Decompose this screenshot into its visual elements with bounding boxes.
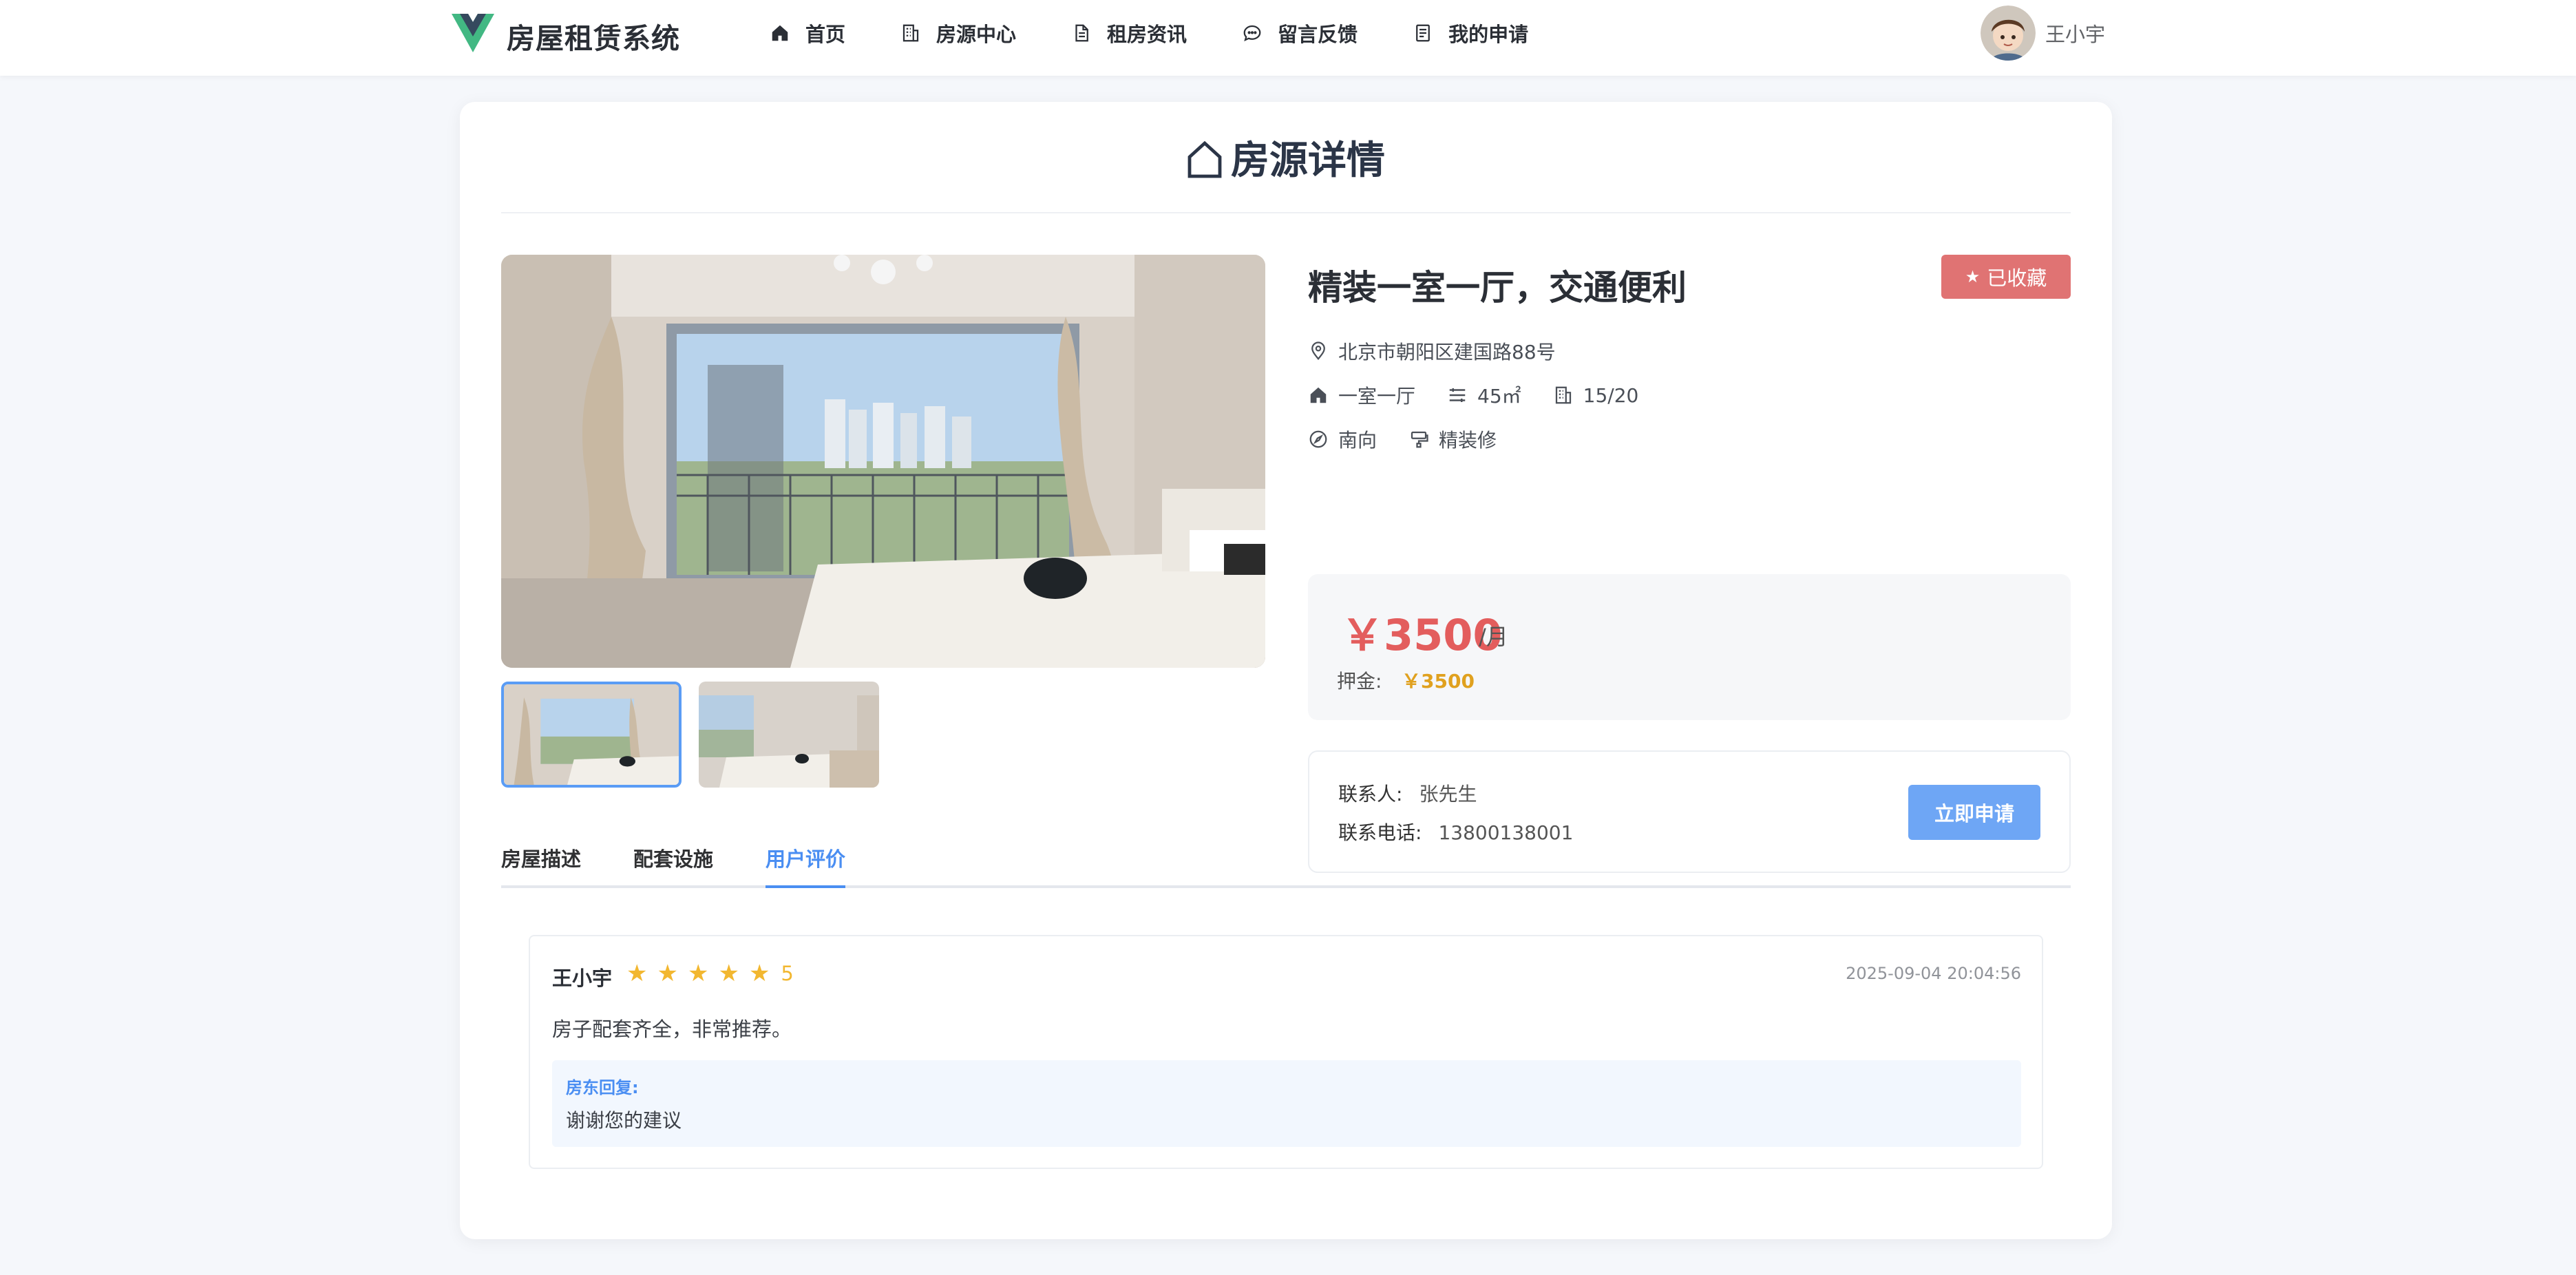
home-icon <box>772 25 788 41</box>
user-menu[interactable]: 王小宇 <box>1980 6 2105 61</box>
apply-button[interactable]: 立即申请 <box>1908 785 2040 840</box>
review-item: 王小宇 ★ ★ ★ ★ ★ 5 2025-09-04 20:04:56 房子配套… <box>529 935 2043 1169</box>
house-detail-card: 房源详情 精装一室一厅，交通便利 ★ 已收藏 北京市朝阳区建国路88号 一室一厅… <box>460 102 2112 1239</box>
decoration: 精装修 <box>1439 429 1497 452</box>
page-title: 房源详情 <box>460 129 2112 185</box>
reply-text: 谢谢您的建议 <box>566 1109 682 1132</box>
clipboard-icon <box>1416 24 1430 42</box>
star-icon: ★ <box>748 960 770 987</box>
main-house-photo[interactable] <box>501 255 1265 668</box>
brand-title[interactable]: 房屋租赁系统 <box>507 15 680 56</box>
tab-description[interactable]: 房屋描述 <box>501 844 581 888</box>
star-icon: ★ <box>687 960 709 987</box>
house-outline-icon <box>1187 140 1222 178</box>
floor: 15/20 <box>1583 383 1639 407</box>
layout: 一室一厅 <box>1338 385 1416 408</box>
reviewer-name: 王小宇 <box>552 967 613 990</box>
favorite-button[interactable]: ★ 已收藏 <box>1941 255 2071 299</box>
page-title-text: 房源详情 <box>1231 138 1385 183</box>
orientation: 南向 <box>1338 429 1377 452</box>
star-icon: ★ <box>657 960 678 987</box>
photo-thumbnail[interactable] <box>699 682 879 788</box>
address: 北京市朝阳区建国路88号 <box>1338 341 1556 363</box>
feature-row: 南向 精装修 <box>1308 425 1528 453</box>
star-icon: ★ <box>626 960 648 987</box>
phone-label: 联系电话: <box>1338 821 1422 844</box>
price-unit: /月 <box>1479 624 1508 650</box>
nav-item-label: 租房资讯 <box>1107 23 1187 46</box>
review-time: 2025-09-04 20:04:56 <box>1846 964 2021 983</box>
house-title: 精装一室一厅，交通便利 <box>1308 268 1687 308</box>
star-rating: ★ ★ ★ ★ ★ 5 <box>626 960 794 987</box>
divider <box>501 212 2071 213</box>
tab-facilities[interactable]: 配套设施 <box>633 844 713 888</box>
deposit-label: 押金: <box>1337 670 1382 693</box>
paint-brush-icon <box>1411 431 1428 448</box>
area: 45㎡ <box>1477 385 1521 408</box>
rating-score: 5 <box>781 962 794 985</box>
compass-icon <box>1309 430 1327 448</box>
nav-item-feedback[interactable]: 留言反馈 <box>1242 19 1358 48</box>
floor-icon <box>1555 386 1571 404</box>
nav-item-home[interactable]: 首页 <box>770 19 845 48</box>
building-icon <box>902 24 919 42</box>
nav-item-my-applications[interactable]: 我的申请 <box>1413 19 1528 48</box>
contact-person: 联系人: 张先生 <box>1338 779 1477 807</box>
nav-item-label: 留言反馈 <box>1278 23 1358 46</box>
main-nav: 首页 房源中心 租房资讯 留言反馈 我的申请 <box>770 0 1583 66</box>
phone-value: 13800138001 <box>1438 821 1574 844</box>
nav-item-rental-news[interactable]: 租房资讯 <box>1071 19 1187 48</box>
review-text: 房子配套齐全，非常推荐。 <box>552 1018 792 1041</box>
nav-item-label: 我的申请 <box>1448 23 1529 46</box>
nav-item-label: 首页 <box>805 23 846 46</box>
document-icon <box>1075 24 1088 42</box>
location-pin-icon <box>1311 341 1325 361</box>
tab-reviews[interactable]: 用户评价 <box>766 844 846 888</box>
chat-icon <box>1243 25 1261 42</box>
contact-value: 张先生 <box>1419 783 1477 805</box>
reply-label: 房东回复: <box>566 1078 639 1097</box>
detail-tabs: 房屋描述 配套设施 用户评价 <box>501 844 2071 888</box>
star-icon: ★ <box>1965 267 1981 286</box>
avatar[interactable] <box>1980 6 2036 61</box>
home-icon <box>1310 387 1327 403</box>
star-icon: ★ <box>718 960 739 987</box>
user-name[interactable]: 王小宇 <box>2045 19 2105 48</box>
favorite-label: 已收藏 <box>1987 266 2047 290</box>
contact-label: 联系人: <box>1338 783 1403 805</box>
vue-logo-icon[interactable] <box>452 14 494 52</box>
contact-phone: 联系电话: 13800138001 <box>1338 818 1573 845</box>
address-row: 北京市朝阳区建国路88号 <box>1308 337 1587 365</box>
nav-item-label: 房源中心 <box>936 23 1017 46</box>
spec-row: 一室一厅 45㎡ 15/20 <box>1308 381 1670 409</box>
top-navbar: 房屋租赁系统 首页 房源中心 租房资讯 留言反馈 我的申请 王小宇 <box>0 0 2576 76</box>
area-icon <box>1449 388 1466 402</box>
photo-thumbnail[interactable] <box>501 682 682 788</box>
nav-item-house-center[interactable]: 房源中心 <box>900 19 1016 48</box>
price-panel: ￥3500 /月 押金: ￥3500 <box>1308 574 2071 720</box>
landlord-reply: 房东回复: 谢谢您的建议 <box>552 1060 2021 1147</box>
deposit-value: ￥3500 <box>1402 670 1475 693</box>
